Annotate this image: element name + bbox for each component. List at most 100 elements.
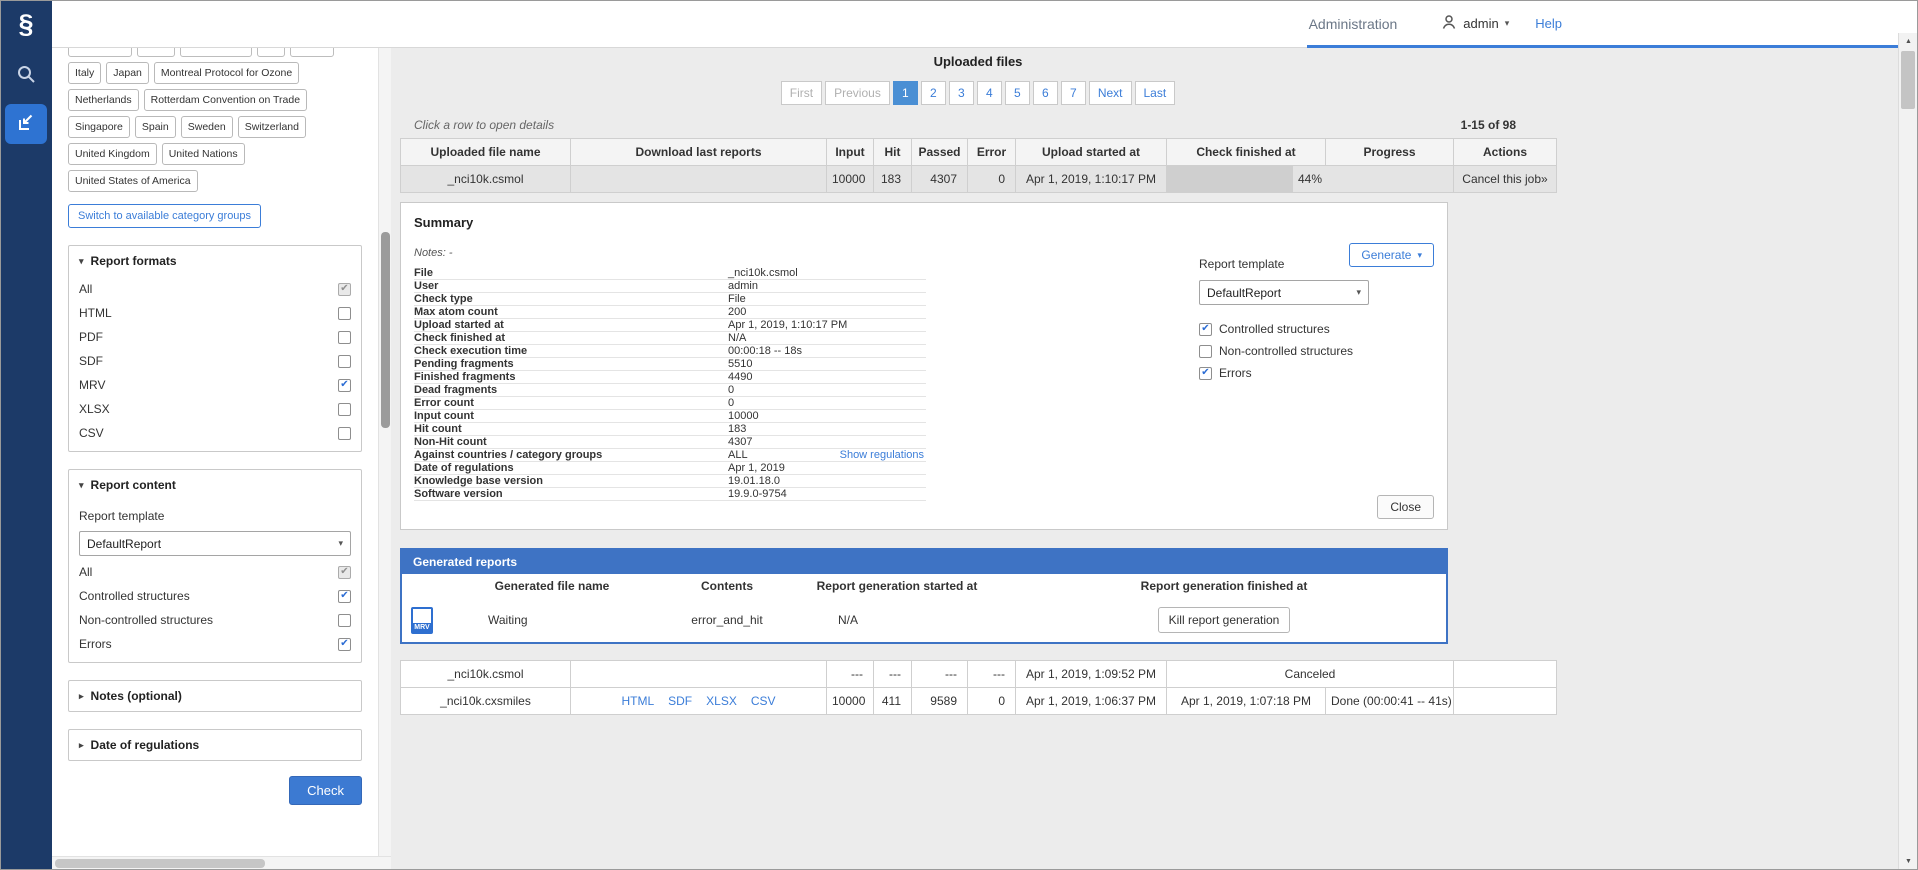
date-section-header[interactable]: ▸ Date of regulations <box>69 730 361 760</box>
column-header-input[interactable]: Input <box>827 139 874 166</box>
sidebar-item-uploaded-files[interactable] <box>5 104 47 144</box>
filter-panel-scrollbar[interactable] <box>378 48 391 856</box>
scrollbar-thumb[interactable] <box>381 232 390 428</box>
page-first[interactable]: First <box>781 81 822 105</box>
field-value-upload-started-at: Apr 1, 2019, 1:10:17 PM <box>728 319 926 332</box>
generated-file-status: Waiting <box>442 598 662 642</box>
selected-template: DefaultReport <box>87 537 161 551</box>
caret-right-icon: ▸ <box>79 740 84 751</box>
country-button-united-states-of-america[interactable]: United States of America <box>68 170 198 192</box>
summary-template-select[interactable]: DefaultReport ▾ <box>1199 280 1369 305</box>
download-link-xlsx[interactable]: XLSX <box>706 694 737 708</box>
content-checkbox-all[interactable]: ✔ <box>338 566 351 579</box>
column-header-check-finished-at[interactable]: Check finished at <box>1167 139 1326 166</box>
kill-report-button[interactable]: Kill report generation <box>1158 607 1291 633</box>
summary-checkbox-non-controlled-structures[interactable] <box>1199 345 1212 358</box>
window-scrollbar[interactable]: ▲ ▼ <box>1898 33 1918 870</box>
generated-reports-title: Generated reports <box>402 550 1446 574</box>
format-checkbox-csv[interactable] <box>338 427 351 440</box>
show-regulations-link[interactable]: Show regulations <box>840 449 924 461</box>
column-header-progress[interactable]: Progress <box>1326 139 1454 166</box>
page-last[interactable]: Last <box>1135 81 1176 105</box>
format-checkbox-all[interactable]: ✔ <box>338 283 351 296</box>
summary-fields-body: File_nci10k.csmolUseradminCheck typeFile… <box>414 267 926 501</box>
format-checkbox-xlsx[interactable] <box>338 403 351 416</box>
country-button-montreal-protocol-for-ozone[interactable]: Montreal Protocol for Ozone <box>154 62 299 84</box>
country-button-partial[interactable] <box>180 48 252 57</box>
help-link[interactable]: Help <box>1535 16 1562 31</box>
summary-checkbox-errors[interactable]: ✔ <box>1199 367 1212 380</box>
page-5[interactable]: 5 <box>1005 81 1030 105</box>
field-label-file: File <box>414 267 728 280</box>
sidebar-item-search[interactable] <box>5 56 47 96</box>
page-1[interactable]: 1 <box>893 81 918 105</box>
notes-section-header[interactable]: ▸ Notes (optional) <box>69 681 361 711</box>
report-content-header[interactable]: ▾ Report content <box>69 470 361 500</box>
content-checkbox-errors[interactable]: ✔ <box>338 638 351 651</box>
country-button-united-nations[interactable]: United Nations <box>162 143 245 165</box>
generated-report-row[interactable]: MRV Waiting error_and_hit N/A Kill repor… <box>402 598 1446 642</box>
summary-checkbox-controlled-structures[interactable]: ✔ <box>1199 323 1212 336</box>
content-checkbox-controlled-structures[interactable]: ✔ <box>338 590 351 603</box>
summary-field-row: Input count10000 <box>414 410 926 423</box>
chevron-down-icon: ▾ <box>1417 250 1422 261</box>
chevron-down-icon: ▾ <box>1505 18 1510 29</box>
field-label-max-atom-count: Max atom count <box>414 306 728 319</box>
column-header-upload-started-at[interactable]: Upload started at <box>1016 139 1167 166</box>
page-next[interactable]: Next <box>1089 81 1132 105</box>
column-header-error[interactable]: Error <box>968 139 1016 166</box>
file-row[interactable]: _nci10k.cxsmilesHTMLSDFXLSXCSV1000041195… <box>401 688 1557 715</box>
download-link-sdf[interactable]: SDF <box>668 694 692 708</box>
country-button-partial[interactable] <box>257 48 285 57</box>
column-header-actions[interactable]: Actions <box>1454 139 1557 166</box>
download-link-html[interactable]: HTML <box>621 694 654 708</box>
user-menu[interactable]: admin ▾ <box>1441 14 1509 33</box>
format-checkbox-sdf[interactable] <box>338 355 351 368</box>
page-7[interactable]: 7 <box>1061 81 1086 105</box>
cancel-job-action[interactable]: Cancel this job» <box>1454 166 1557 193</box>
content-checkbox-non-controlled-structures[interactable] <box>338 614 351 627</box>
report-formats-header[interactable]: ▾ Report formats <box>69 246 361 276</box>
column-header-passed[interactable]: Passed <box>912 139 968 166</box>
format-checkbox-html[interactable] <box>338 307 351 320</box>
close-button[interactable]: Close <box>1377 495 1434 519</box>
report-template-select[interactable]: DefaultReport ▾ <box>79 531 351 556</box>
country-button-japan[interactable]: Japan <box>106 62 149 84</box>
check-button[interactable]: Check <box>289 776 362 805</box>
cell-actions <box>1454 688 1557 715</box>
format-checkbox-pdf[interactable] <box>338 331 351 344</box>
download-link-csv[interactable]: CSV <box>751 694 776 708</box>
progress-value: 44% <box>1298 172 1322 186</box>
page-3[interactable]: 3 <box>949 81 974 105</box>
column-header-download-last-reports[interactable]: Download last reports <box>571 139 827 166</box>
filter-panel-hscrollbar[interactable] <box>52 856 391 870</box>
scroll-up-arrow[interactable]: ▲ <box>1899 33 1918 50</box>
country-button-italy[interactable]: Italy <box>68 62 101 84</box>
country-button-partial[interactable] <box>290 48 334 57</box>
country-button-rotterdam-convention-on-trade[interactable]: Rotterdam Convention on Trade <box>144 89 307 111</box>
nav-administration[interactable]: Administration <box>1309 16 1398 32</box>
country-button-united-kingdom[interactable]: United Kingdom <box>68 143 157 165</box>
switch-category-groups-button[interactable]: Switch to available category groups <box>68 204 261 228</box>
format-checkbox-mrv[interactable]: ✔ <box>338 379 351 392</box>
scroll-down-arrow[interactable]: ▼ <box>1899 853 1918 870</box>
file-row[interactable]: _nci10k.csmol------------Apr 1, 2019, 1:… <box>401 661 1557 688</box>
country-button-sweden[interactable]: Sweden <box>181 116 233 138</box>
page-6[interactable]: 6 <box>1033 81 1058 105</box>
country-button-partial[interactable] <box>137 48 175 57</box>
country-button-netherlands[interactable]: Netherlands <box>68 89 139 111</box>
column-header-uploaded-file-name[interactable]: Uploaded file name <box>401 139 571 166</box>
column-header-contents: Contents <box>662 574 792 598</box>
column-header-hit[interactable]: Hit <box>874 139 912 166</box>
scrollbar-thumb[interactable] <box>1901 51 1915 109</box>
country-button-partial[interactable] <box>68 48 132 57</box>
country-button-spain[interactable]: Spain <box>135 116 176 138</box>
scrollbar-thumb[interactable] <box>55 859 265 868</box>
page-previous[interactable]: Previous <box>825 81 890 105</box>
page-4[interactable]: 4 <box>977 81 1002 105</box>
page-2[interactable]: 2 <box>921 81 946 105</box>
country-button-singapore[interactable]: Singapore <box>68 116 130 138</box>
format-row-csv: CSV <box>69 421 361 445</box>
active-file-row[interactable]: _nci10k.csmol1000018343070Apr 1, 2019, 1… <box>401 166 1557 193</box>
country-button-switzerland[interactable]: Switzerland <box>238 116 306 138</box>
